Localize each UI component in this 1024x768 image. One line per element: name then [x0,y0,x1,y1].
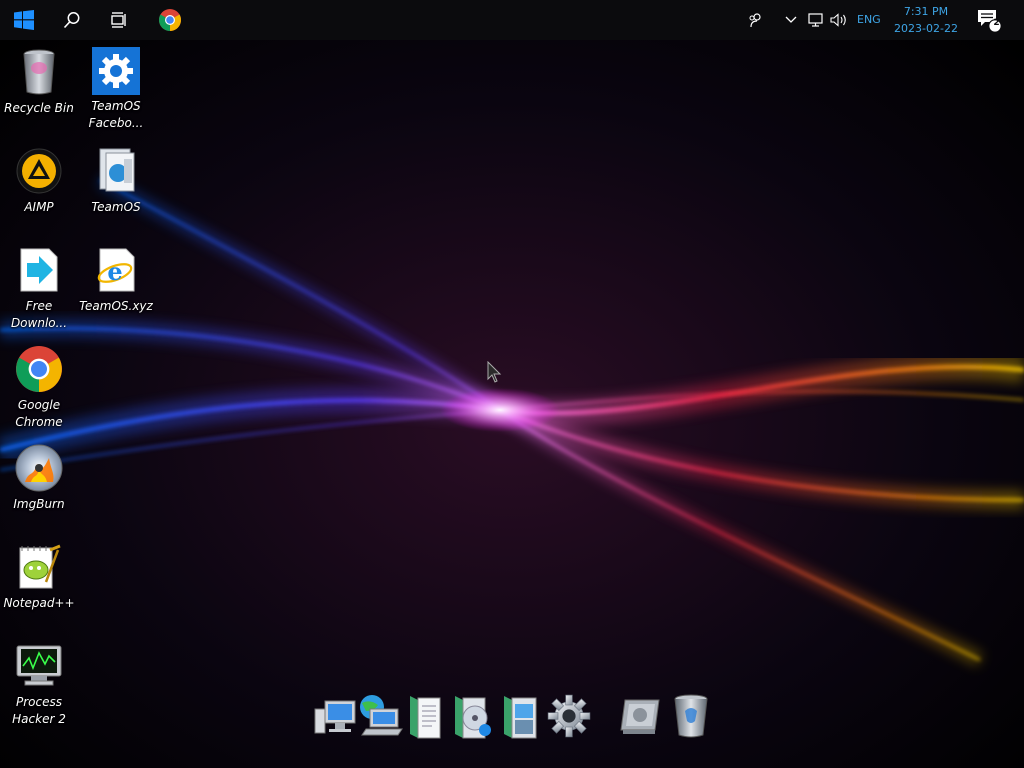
dock-item-control-panel[interactable] [616,690,664,742]
notification-count: 2 [993,18,1000,28]
search-button[interactable] [50,0,94,40]
desktop-icon-recycle-bin[interactable]: Recycle Bin [0,47,79,117]
search-icon [63,12,80,29]
recycle-bin-icon [23,49,55,95]
notepadpp-icon [19,544,61,589]
clock-time: 7:31 PM [903,5,949,18]
desktop-icon-teamos[interactable]: TeamOS [76,146,156,216]
desktop-icon-label: Free Downlo... [10,299,68,330]
dock-item-computer[interactable] [310,690,358,742]
desktop-icon-process-hacker[interactable]: Process Hacker 2 [0,641,79,728]
free-download-icon [20,248,58,292]
dock-item-network[interactable] [356,690,404,742]
settings-gear-icon [99,54,133,88]
network-tray-button[interactable] [806,0,826,40]
dock-item-settings[interactable] [545,690,593,742]
desktop-icon-label: TeamOS.xyz [79,299,153,313]
music-icon [455,696,491,739]
dock-item-documents[interactable] [400,690,448,742]
volume-button[interactable] [829,0,849,40]
process-hacker-icon [16,645,62,686]
pictures-icon [504,696,537,739]
desktop-icon-google-chrome[interactable]: Google Chrome [0,344,79,431]
aimp-icon [16,148,62,194]
computer-icon [314,700,356,734]
people-icon [749,13,761,28]
people-button[interactable] [745,0,767,40]
desktop-icon-label: Process Hacker 2 [12,695,66,726]
clock-date: 2023-02-22 [894,22,958,35]
taskbar: ENG 7:31 PM 2023-02-22 2 [0,0,1024,40]
taskbar-chrome-button[interactable] [148,0,192,40]
desktop-icon-label: TeamOS [91,200,141,214]
dock-item-trash[interactable] [667,690,715,742]
internet-explorer-icon: e [97,248,135,292]
imgburn-icon [15,444,63,492]
dock-item-pictures[interactable] [497,690,545,742]
start-icon [14,10,34,30]
clock[interactable]: 7:31 PM 2023-02-22 [888,3,964,37]
trash-icon [674,694,708,738]
show-hidden-icons-button[interactable] [782,0,800,40]
control-panel-icon [620,699,660,734]
desktop-icon-notepadpp[interactable]: Notepad++ [0,542,79,612]
desktop-icon-label: Notepad++ [3,596,75,610]
desktop-icon-label: Google Chrome [15,398,63,429]
network-icon [360,695,403,736]
volume-icon [830,13,846,27]
mouse-cursor-icon [487,361,502,383]
task-view-button[interactable] [98,0,142,40]
desktop-icon-imgburn[interactable]: ImgBurn [0,443,79,513]
language-indicator[interactable]: ENG [857,13,881,26]
svg-text:e: e [107,257,122,286]
chrome-icon [159,9,181,31]
action-center-button[interactable]: 2 [972,0,1006,40]
task-view-icon [111,12,126,28]
desktop-icon-aimp[interactable]: AIMP [0,146,79,216]
desktop-icon-label: TeamOS Facebo... [88,99,144,130]
desktop-icon-label: Recycle Bin [4,101,74,115]
desktop-icon-teamos-facebook[interactable]: TeamOS Facebo... [76,47,156,132]
documents-icon [410,696,441,739]
desktop-icon-label: ImgBurn [13,497,65,511]
start-button[interactable] [2,0,46,40]
desktop-icon-free-download-manager[interactable]: Free Downlo... [0,245,79,332]
desktop-icon-teamos-xyz[interactable]: e TeamOS.xyz [76,245,156,315]
network-icon [808,13,823,27]
desktop-icon-label: AIMP [24,200,54,214]
teamos-icon [99,148,135,192]
dock-item-music[interactable] [450,690,498,742]
settings-icon [547,694,591,738]
chevron-down-icon [785,16,797,23]
chrome-icon [16,346,62,392]
